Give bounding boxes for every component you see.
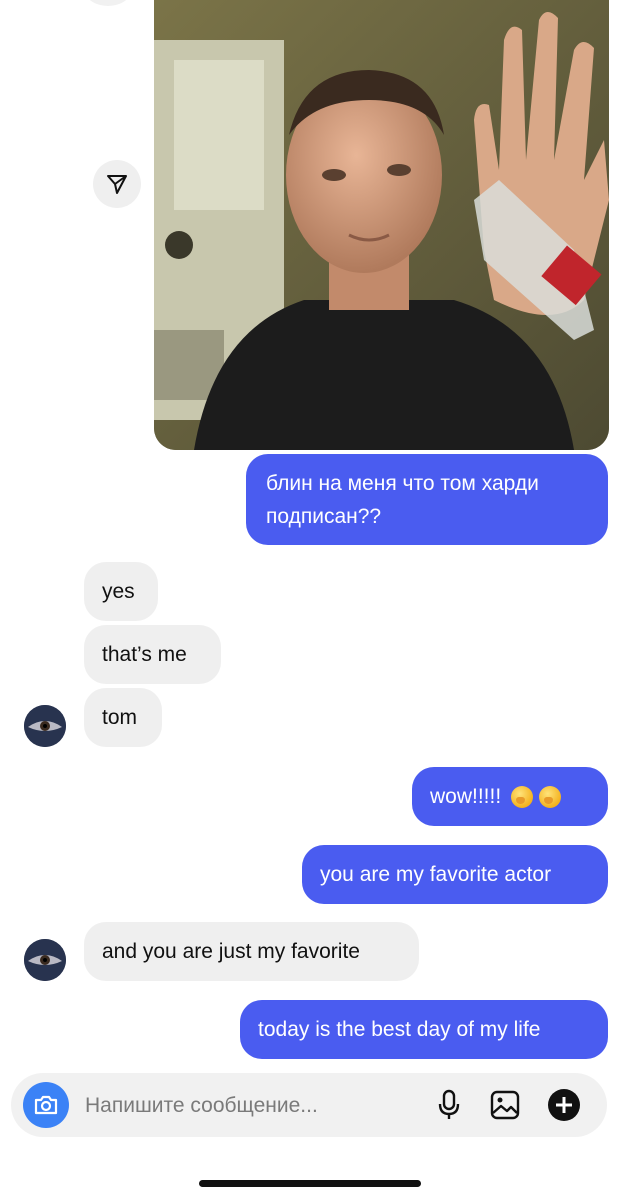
send-icon — [107, 175, 127, 194]
message-text: you are my favorite actor — [320, 862, 552, 886]
gallery-button[interactable] — [487, 1087, 523, 1123]
outgoing-message[interactable]: today is the best day of my life — [240, 1000, 608, 1059]
plus-icon — [548, 1089, 580, 1121]
message-composer — [11, 1073, 607, 1137]
microphone-button[interactable] — [431, 1087, 467, 1123]
incoming-message[interactable]: yes — [84, 562, 158, 621]
home-indicator[interactable] — [199, 1180, 421, 1187]
message-text: today is the best day of my life — [258, 1017, 541, 1041]
message-text: that’s me — [102, 642, 187, 666]
add-button[interactable] — [546, 1087, 582, 1123]
gallery-icon — [490, 1090, 520, 1120]
sender-avatar[interactable] — [24, 705, 66, 747]
hand-over-mouth-emoji — [539, 785, 562, 808]
microphone-icon — [438, 1089, 460, 1119]
incoming-message[interactable]: tom — [84, 688, 162, 747]
message-input[interactable] — [83, 1087, 377, 1125]
outgoing-message[interactable]: you are my favorite actor — [302, 845, 608, 904]
avatar-image — [24, 939, 66, 981]
shared-photo-image — [154, 0, 609, 450]
sender-avatar[interactable] — [24, 939, 66, 981]
message-text: блин на меня что том харди подписан?? — [266, 471, 539, 528]
camera-icon — [34, 1095, 58, 1115]
outgoing-message[interactable]: блин на меня что том харди подписан?? — [246, 454, 608, 545]
avatar-image — [24, 705, 66, 747]
shared-photo[interactable] — [154, 0, 609, 450]
message-text: wow!!!!! — [430, 784, 502, 808]
message-text: tom — [102, 705, 138, 729]
message-text: yes — [102, 579, 135, 603]
previous-element-edge — [86, 0, 130, 6]
incoming-message[interactable]: that’s me — [84, 625, 221, 684]
message-text: and you are just my favorite — [102, 939, 360, 963]
camera-button[interactable] — [23, 1082, 69, 1128]
hand-over-mouth-emoji — [511, 785, 534, 808]
share-button[interactable] — [93, 160, 141, 208]
outgoing-message[interactable]: wow!!!!! — [412, 767, 608, 826]
incoming-message[interactable]: and you are just my favorite — [84, 922, 419, 981]
